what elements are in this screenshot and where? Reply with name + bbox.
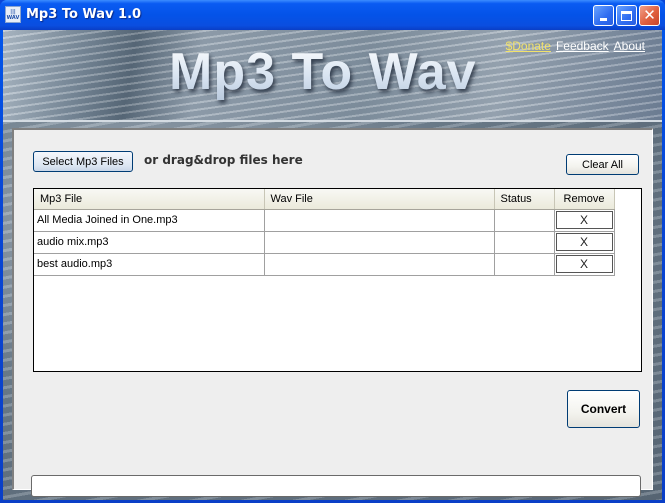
file-list[interactable]: Mp3 File Wav File Status Remove All Medi… xyxy=(33,188,642,372)
minimize-button[interactable] xyxy=(593,5,614,26)
remove-cell: X xyxy=(554,209,615,232)
window-title: Mp3 To Wav 1.0 xyxy=(26,7,142,22)
banner-divider xyxy=(3,120,662,122)
remove-button[interactable]: X xyxy=(555,211,613,229)
column-header-mp3-file[interactable]: Mp3 File xyxy=(34,189,265,210)
file-table: Mp3 File Wav File Status Remove All Medi… xyxy=(34,189,615,276)
table-row[interactable]: audio mix.mp3 X xyxy=(34,231,615,254)
remove-cell: X xyxy=(554,231,615,254)
drag-drop-hint: or drag&drop files here xyxy=(144,153,303,167)
client-area: Mp3 To Wav $Donate Feedback About Select… xyxy=(3,30,662,500)
status-cell xyxy=(494,209,555,232)
remove-button[interactable]: X xyxy=(555,233,613,251)
table-header: Mp3 File Wav File Status Remove xyxy=(34,189,615,210)
mp3-file-cell: audio mix.mp3 xyxy=(34,231,265,254)
about-link[interactable]: About xyxy=(614,39,645,53)
clear-all-button[interactable]: Clear All xyxy=(566,154,639,175)
banner-title: Mp3 To Wav xyxy=(169,43,477,101)
remove-cell: X xyxy=(554,253,615,276)
column-header-wav-file[interactable]: Wav File xyxy=(264,189,495,210)
remove-button[interactable]: X xyxy=(555,255,613,273)
header-links: $Donate Feedback About xyxy=(506,39,645,53)
wav-file-cell xyxy=(264,253,495,276)
status-cell xyxy=(494,253,555,276)
app-window: ||| WAV Mp3 To Wav 1.0 ✕ Mp3 To Wav $Don… xyxy=(0,0,665,503)
select-mp3-files-button[interactable]: Select Mp3 Files xyxy=(33,151,133,172)
mp3-file-cell: best audio.mp3 xyxy=(34,253,265,276)
convert-button[interactable]: Convert xyxy=(567,390,640,428)
main-panel: Select Mp3 Files or drag&drop files here… xyxy=(12,128,653,497)
table-row[interactable]: best audio.mp3 X xyxy=(34,253,615,276)
minimize-icon xyxy=(600,18,607,21)
close-icon: ✕ xyxy=(643,6,656,24)
status-cell xyxy=(494,231,555,254)
header-banner: Mp3 To Wav $Donate Feedback About xyxy=(3,30,662,122)
table-row[interactable]: All Media Joined in One.mp3 X xyxy=(34,209,615,232)
title-bar[interactable]: ||| WAV Mp3 To Wav 1.0 ✕ xyxy=(0,0,665,30)
feedback-link[interactable]: Feedback xyxy=(556,39,609,53)
maximize-button[interactable] xyxy=(616,5,637,26)
maximize-icon xyxy=(621,10,632,21)
progress-bar xyxy=(31,475,641,497)
column-header-status[interactable]: Status xyxy=(494,189,555,210)
mp3-file-cell: All Media Joined in One.mp3 xyxy=(34,209,265,232)
app-icon: ||| WAV xyxy=(5,6,21,23)
donate-link[interactable]: $Donate xyxy=(506,39,551,53)
close-button[interactable]: ✕ xyxy=(639,5,660,26)
wav-file-cell xyxy=(264,209,495,232)
wav-file-cell xyxy=(264,231,495,254)
column-header-remove[interactable]: Remove xyxy=(554,189,615,210)
